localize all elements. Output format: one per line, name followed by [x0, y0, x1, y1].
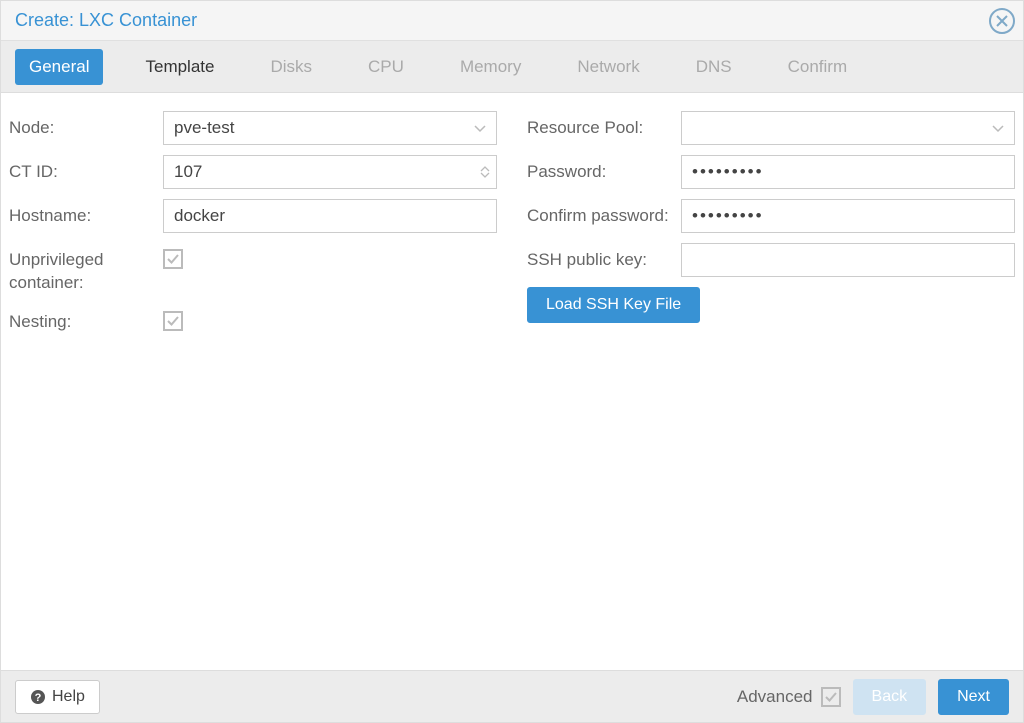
tab-memory: Memory — [446, 49, 535, 85]
nesting-checkbox[interactable] — [163, 311, 183, 331]
field-nesting: Nesting: — [9, 305, 497, 334]
tab-network: Network — [563, 49, 653, 85]
left-column: Node: pve-test CT ID: 107 — [9, 111, 497, 652]
dialog-title: Create: LXC Container — [15, 10, 197, 31]
hostname-label: Hostname: — [9, 199, 163, 228]
tab-template[interactable]: Template — [131, 49, 228, 85]
tab-disks: Disks — [256, 49, 326, 85]
password-label: Password: — [527, 155, 681, 184]
chevron-down-icon — [992, 118, 1004, 138]
load-ssh-key-button[interactable]: Load SSH Key File — [527, 287, 700, 323]
help-label: Help — [52, 688, 85, 706]
tab-confirm: Confirm — [774, 49, 862, 85]
resource-pool-label: Resource Pool: — [527, 111, 681, 140]
spinner-arrows-icon — [480, 166, 490, 178]
field-node: Node: pve-test — [9, 111, 497, 145]
hostname-input[interactable] — [163, 199, 497, 233]
field-load-ssh: Load SSH Key File — [527, 287, 1015, 323]
field-ssh-key: SSH public key: — [527, 243, 1015, 277]
svg-text:?: ? — [35, 692, 42, 704]
unprivileged-label: Unprivileged container: — [9, 243, 163, 295]
close-icon — [995, 14, 1009, 28]
chevron-down-icon — [474, 118, 486, 138]
tab-bar: General Template Disks CPU Memory Networ… — [1, 41, 1023, 93]
field-confirm-password: Confirm password: — [527, 199, 1015, 233]
checkmark-icon — [166, 314, 180, 328]
confirm-password-input[interactable] — [681, 199, 1015, 233]
ctid-spinner[interactable]: 107 — [163, 155, 497, 189]
field-resource-pool: Resource Pool: — [527, 111, 1015, 145]
node-label: Node: — [9, 111, 163, 140]
advanced-checkbox[interactable] — [821, 687, 841, 707]
footer-right: Advanced Back Next — [737, 679, 1009, 715]
next-button[interactable]: Next — [938, 679, 1009, 715]
ssh-key-input[interactable] — [681, 243, 1015, 277]
footer: ? Help Advanced Back Next — [1, 670, 1023, 722]
form-body: Node: pve-test CT ID: 107 — [1, 93, 1023, 670]
advanced-toggle[interactable]: Advanced — [737, 687, 841, 707]
field-ctid: CT ID: 107 — [9, 155, 497, 189]
node-value: pve-test — [174, 118, 234, 138]
confirm-password-label: Confirm password: — [527, 199, 681, 228]
checkmark-icon — [824, 690, 838, 704]
field-unprivileged: Unprivileged container: — [9, 243, 497, 295]
tab-general[interactable]: General — [15, 49, 103, 85]
help-icon: ? — [30, 689, 46, 705]
field-hostname: Hostname: — [9, 199, 497, 233]
checkmark-icon — [166, 252, 180, 266]
unprivileged-checkbox[interactable] — [163, 249, 183, 269]
help-button[interactable]: ? Help — [15, 680, 100, 714]
dialog-window: Create: LXC Container General Template D… — [0, 0, 1024, 723]
tab-cpu: CPU — [354, 49, 418, 85]
password-input[interactable] — [681, 155, 1015, 189]
advanced-label: Advanced — [737, 687, 813, 707]
field-password: Password: — [527, 155, 1015, 189]
back-button[interactable]: Back — [853, 679, 927, 715]
node-select[interactable]: pve-test — [163, 111, 497, 145]
close-button[interactable] — [989, 8, 1015, 34]
tab-dns: DNS — [682, 49, 746, 85]
ctid-label: CT ID: — [9, 155, 163, 184]
nesting-label: Nesting: — [9, 305, 163, 334]
ssh-key-label: SSH public key: — [527, 243, 681, 272]
titlebar: Create: LXC Container — [1, 1, 1023, 41]
right-column: Resource Pool: Password: Confir — [527, 111, 1015, 652]
ctid-value: 107 — [174, 162, 486, 182]
resource-pool-select[interactable] — [681, 111, 1015, 145]
